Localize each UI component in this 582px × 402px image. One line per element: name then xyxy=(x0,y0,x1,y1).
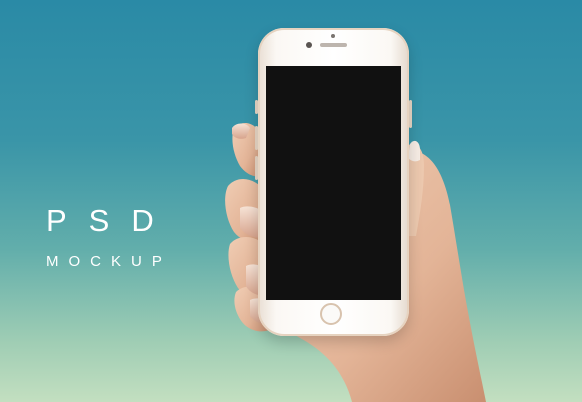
phone-volume-down xyxy=(255,156,258,180)
phone-home-button xyxy=(320,303,342,325)
mockup-scene: PSD MOCKUP xyxy=(0,0,582,402)
phone-front-camera xyxy=(306,42,312,48)
thumbnail xyxy=(408,140,420,162)
phone-speaker xyxy=(320,43,347,47)
phone-power-button xyxy=(409,100,412,128)
phone-mute-switch xyxy=(255,100,258,114)
phone-volume-up xyxy=(255,126,258,150)
phone-screen xyxy=(266,66,401,300)
phone-device xyxy=(255,28,412,336)
phone-sensor-dot xyxy=(331,34,335,38)
